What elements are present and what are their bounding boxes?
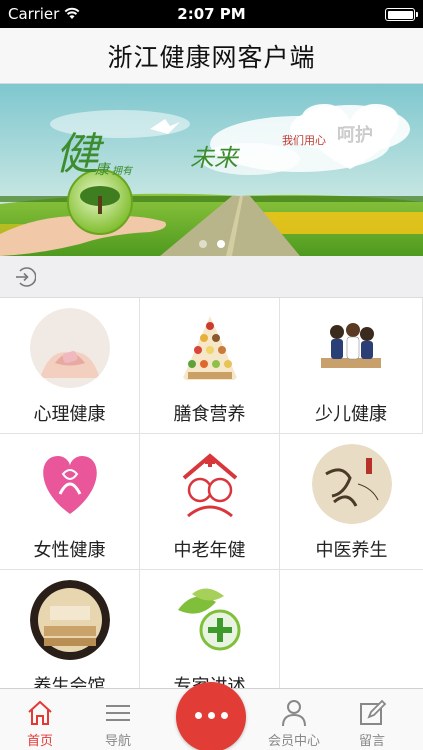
user-icon — [282, 700, 306, 727]
category-spa-hall[interactable]: 养生会馆 — [0, 570, 140, 706]
tab-home[interactable]: 首页 — [2, 689, 78, 750]
carousel-indicator — [0, 240, 423, 248]
clock: 2:07 PM — [177, 5, 246, 23]
banner-text-women-yongxin: 我们用心 — [282, 133, 326, 147]
tab-label: 会员中心 — [267, 734, 320, 749]
children-icon — [311, 308, 391, 388]
tab-label: 首页 — [26, 734, 53, 749]
tab-label: 导航 — [104, 734, 131, 749]
banner-image: 健 康 拥有 未来 我们用心 呵护 — [0, 84, 423, 256]
tab-message[interactable]: 留言 — [334, 689, 410, 750]
category-tcm-wellness[interactable]: 中医养生 — [280, 434, 423, 570]
category-label: 膳食营养 — [173, 404, 246, 425]
category-label: 女性健康 — [33, 540, 106, 561]
more-button[interactable] — [176, 682, 246, 750]
category-label: 心理健康 — [33, 404, 106, 425]
page-title: 浙江健康网客户端 — [107, 42, 316, 72]
battery-icon — [385, 8, 418, 21]
spa-hall-icon — [29, 580, 110, 660]
banner-text-hehu: 呵护 — [337, 125, 373, 146]
banner-text-yongyou: 拥有 — [112, 165, 134, 177]
tab-label: 留言 — [358, 734, 385, 749]
category-women-health[interactable]: 女性健康 — [0, 434, 140, 570]
psychology-icon — [29, 308, 110, 388]
banner-text-kang: 康 — [95, 162, 111, 178]
notice-bar — [0, 256, 423, 298]
pink-ribbon-heart-icon — [29, 444, 110, 524]
tcm-calligraphy-icon — [311, 444, 392, 524]
home-icon — [28, 700, 52, 725]
carousel-dot-active[interactable] — [216, 240, 225, 248]
category-elderly-health[interactable]: 中老年健 — [140, 434, 280, 570]
category-diet-nutrition[interactable]: 膳食营养 — [140, 298, 280, 434]
banner-carousel[interactable]: 健 康 拥有 未来 我们用心 呵护 — [0, 84, 423, 256]
carousel-dot[interactable] — [198, 240, 207, 248]
tab-member-center[interactable]: 会员中心 — [256, 689, 332, 750]
edit-icon — [360, 699, 387, 725]
header-bar: 浙江健康网客户端 — [0, 28, 423, 84]
category-label: 中医养生 — [315, 540, 388, 561]
medical-cross-leaf-icon — [169, 580, 250, 660]
category-grid: 心理健康 膳食营养 少儿健康 女性健康 中老年健 中医养生 养生会馆 — [0, 298, 423, 706]
category-children-health[interactable]: 少儿健康 — [280, 298, 423, 434]
elderly-couple-icon — [169, 444, 250, 524]
category-psychology[interactable]: 心理健康 — [0, 298, 140, 434]
login-icon[interactable] — [14, 266, 36, 288]
more-dots-icon — [176, 712, 246, 719]
food-pyramid-icon — [169, 308, 250, 388]
grid-empty-cell — [280, 570, 423, 706]
category-label: 中老年健 — [173, 540, 246, 561]
category-label: 少儿健康 — [315, 404, 387, 425]
banner-text-future: 未来 — [190, 144, 240, 172]
menu-icon — [106, 705, 130, 721]
tab-navigation[interactable]: 导航 — [80, 689, 156, 750]
status-bar: Carrier 2:07 PM — [0, 0, 423, 28]
